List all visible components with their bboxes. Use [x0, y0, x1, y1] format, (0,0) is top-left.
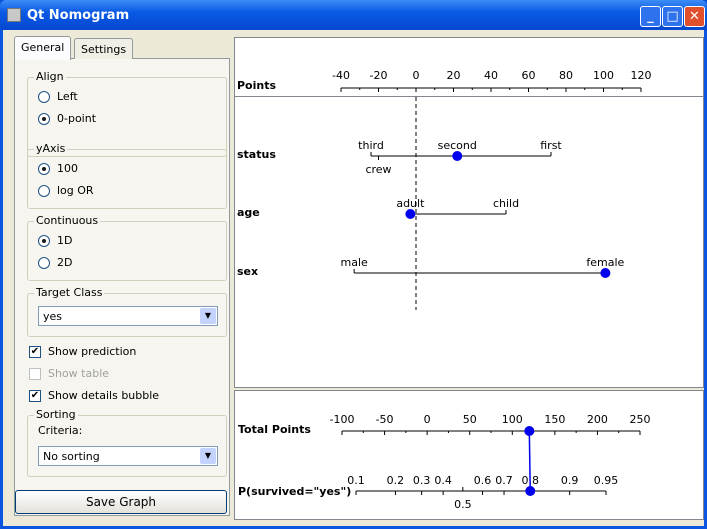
prob-tick-label: 0.5 [454, 498, 472, 511]
value-label-third: third [358, 139, 384, 152]
points-tick-label: -40 [332, 69, 350, 82]
total-tick-label: -50 [376, 413, 394, 426]
points-tick-label: 60 [522, 69, 536, 82]
points-tick-label: -20 [370, 69, 388, 82]
total-tick-label: 100 [502, 413, 523, 426]
total-tick-label: -100 [330, 413, 355, 426]
value-label-female: female [586, 256, 624, 269]
value-label-child: child [493, 197, 519, 210]
value-label-first: first [540, 139, 562, 152]
prob-tick-label: 0.1 [347, 474, 365, 487]
probability-marker [525, 486, 536, 496]
total-tick-label: 0 [424, 413, 431, 426]
value-label-male: male [340, 256, 368, 269]
points-axis-label: Points [237, 79, 276, 92]
value-label-second: second [438, 139, 477, 152]
tab-general[interactable]: General [14, 36, 72, 60]
value-label-crew: crew [365, 163, 391, 176]
nomogram: Points -40 -20 0 20 40 60 80 100 120 status third cr… [237, 69, 652, 511]
points-tick-label: 80 [559, 69, 573, 82]
points-tick-label: 0 [413, 69, 420, 82]
selected-value-marker [600, 268, 611, 278]
prob-tick-label: 0.4 [434, 474, 452, 487]
prob-tick-label: 0.3 [413, 474, 431, 487]
total-tick-label: 200 [587, 413, 608, 426]
probability-label: P(survived="yes") [238, 485, 351, 498]
prediction-connector [528, 430, 531, 492]
prob-tick-label: 0.6 [474, 474, 492, 487]
prob-tick-label: 0.2 [387, 474, 405, 487]
total-points-label: Total Points [238, 423, 311, 436]
attribute-label-status: status [237, 148, 276, 161]
value-label-adult: adult [396, 197, 425, 210]
points-tick-label: 20 [447, 69, 461, 82]
attribute-label-sex: sex [237, 265, 258, 278]
selected-value-marker [405, 209, 416, 219]
prob-tick-label: 0.9 [561, 474, 579, 487]
total-points-marker [524, 426, 535, 436]
app-window: Qt Nomogram _ □ ✕ Align Left 0-point yAx… [0, 0, 707, 529]
total-tick-label: 250 [630, 413, 651, 426]
selected-value-marker [452, 151, 463, 161]
total-tick-label: 150 [544, 413, 565, 426]
points-tick-label: 100 [593, 69, 614, 82]
attribute-label-age: age [237, 206, 260, 219]
prob-tick-label: 0.95 [594, 474, 619, 487]
points-tick-label: 120 [631, 69, 652, 82]
prob-tick-label: 0.7 [495, 474, 513, 487]
total-tick-label: 50 [463, 413, 477, 426]
points-tick-label: 40 [484, 69, 498, 82]
